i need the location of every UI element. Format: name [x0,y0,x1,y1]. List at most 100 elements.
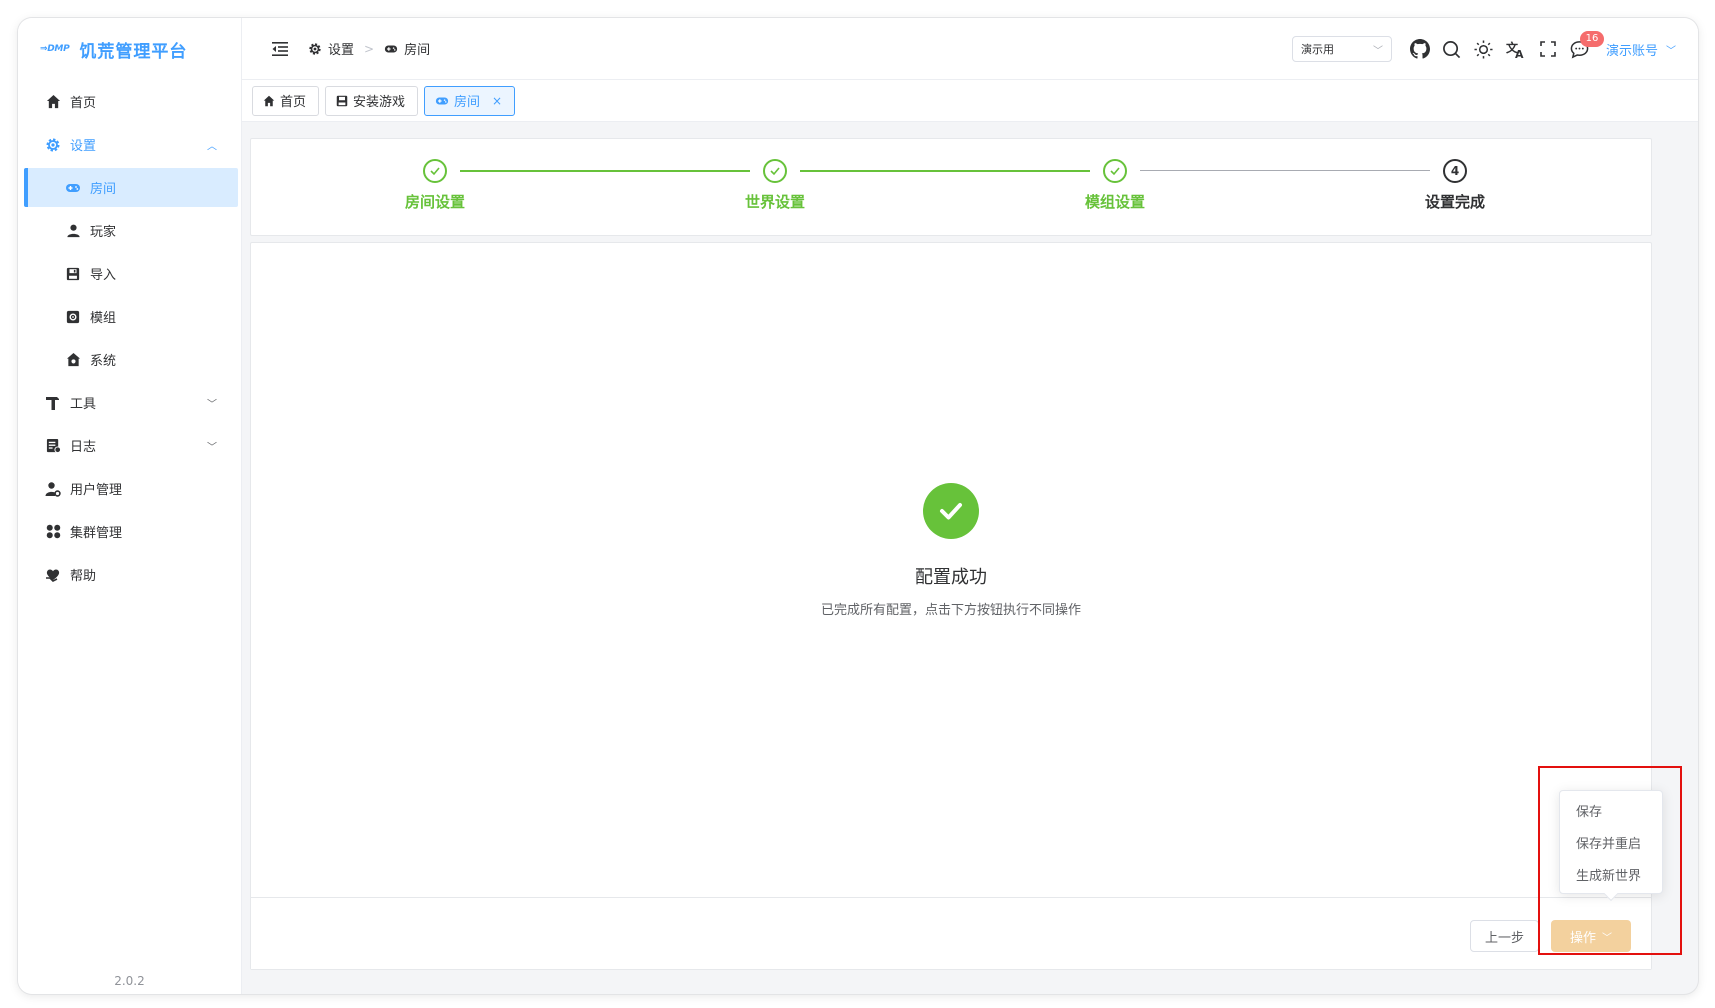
sidebar-item-label: 导入 [90,268,117,283]
sidebar-item-player[interactable]: 玩家 [18,209,241,252]
sidebar-item-user-management[interactable]: 用户管理 [18,467,241,510]
success-check-icon [923,483,979,539]
sidebar-item-label: 用户管理 [70,483,123,498]
sidebar-item-settings[interactable]: 设置 ︿ [18,123,241,166]
sidebar-item-room[interactable]: 房间 [24,168,238,207]
check-icon [423,159,447,183]
breadcrumb-item: 房间 [404,43,431,58]
sidebar-item-label: 模组 [90,311,117,326]
theme-sun-icon[interactable] [1468,33,1500,65]
main-card: 配置成功 已完成所有配置，点击下方按钮执行不同操作 上一步 操作 ﹀ [250,242,1652,970]
action-footer: 上一步 操作 ﹀ [251,897,1651,969]
close-icon[interactable]: × [492,94,502,108]
gamepad-icon [435,94,449,108]
github-icon[interactable] [1404,33,1436,65]
message-badge: 16 [1579,31,1604,47]
translate-icon[interactable]: 文A [1500,33,1532,65]
operations-button[interactable]: 操作 ﹀ [1551,920,1631,952]
sidebar-item-system[interactable]: 系统 [18,338,241,381]
step-mod-settings: 模组设置 [1015,159,1215,212]
sidebar-item-label: 设置 [70,139,97,154]
prev-step-button[interactable]: 上一步 [1469,920,1539,952]
sidebar-item-label: 帮助 [70,569,97,584]
chevron-up-icon: ︿ [207,141,217,152]
header-actions: 演示用 ﹀ 文A 16 演示账号 ﹀ [1291,18,1676,80]
chevron-down-icon: ﹀ [1372,45,1383,57]
account-menu[interactable]: 演示账号 ﹀ [1606,40,1676,59]
result-panel: 配置成功 已完成所有配置，点击下方按钮执行不同操作 [251,483,1651,618]
step-room-settings: 房间设置 [335,159,535,212]
chevron-down-icon: ﹀ [207,399,217,410]
result-subtitle: 已完成所有配置，点击下方按钮执行不同操作 [820,603,1081,618]
app-version: 2.0.2 [114,974,145,988]
sidebar-item-tools[interactable]: 工具 ﹀ [18,381,241,424]
house-icon [64,351,82,369]
breadcrumb: 设置 > 房间 [308,39,430,58]
tabs-bar: 首页 安装游戏 房间 × [242,80,1698,122]
sidebar-item-label: 房间 [90,182,117,197]
tab-home[interactable]: 首页 [252,85,320,116]
tab-label: 首页 [280,95,307,110]
sidebar-item-label: 日志 [70,440,97,455]
gear-icon [308,42,322,56]
cluster-select[interactable]: 演示用 ﹀ [1291,36,1392,62]
grid-icon [44,523,62,541]
app-title: 饥荒管理平台 [79,41,188,62]
operations-button-label: 操作 [1569,930,1596,946]
message-icon[interactable]: 16 [1564,31,1604,65]
breadcrumb-item[interactable]: 设置 [328,39,354,58]
step-label: 房间设置 [404,193,465,211]
check-icon [763,159,787,183]
sidebar-item-help[interactable]: 帮助 [18,553,241,596]
gear-icon [44,136,62,154]
check-icon [1103,159,1127,183]
gamepad-icon [64,179,82,197]
sidebar-item-mod[interactable]: 模组 [18,295,241,338]
search-icon[interactable] [1436,33,1468,65]
sidebar-item-label: 玩家 [90,225,117,240]
cluster-select-value: 演示用 [1300,43,1334,56]
log-icon [44,437,62,455]
sidebar-item-import[interactable]: 导入 [18,252,241,295]
hammer-icon [44,394,62,412]
step-label: 模组设置 [1084,193,1145,211]
top-header: 设置 > 房间 演示用 ﹀ 文A 16 演示账号 ﹀ [242,18,1698,80]
user-icon [64,222,82,240]
sidebar-item-label: 系统 [90,354,117,369]
heart-hand-icon [44,566,62,584]
save-icon [64,265,82,283]
logo-mark: ⇒DMP [40,44,70,54]
sidebar-item-logs[interactable]: 日志 ﹀ [18,424,241,467]
home-icon [44,93,62,111]
logo[interactable]: ⇒DMP 饥荒管理平台 [18,18,241,80]
steps-card: 房间设置 世界设置 模组设置 4 设置完成 [250,138,1652,236]
sidebar-item-label: 首页 [70,96,97,111]
operations-dropdown: 保存 保存并重启 生成新世界 [1559,790,1663,902]
sidebar-item-label: 集群管理 [70,526,123,541]
user-gear-icon [44,480,62,498]
account-name: 演示账号 [1605,43,1658,59]
collapse-sidebar-icon[interactable] [270,39,290,59]
step-world-settings: 世界设置 [675,159,875,212]
home-icon [263,95,275,107]
breadcrumb-separator: > [364,41,375,56]
result-title: 配置成功 [915,567,987,588]
chevron-down-icon: ﹀ [1666,45,1676,57]
tab-label: 安装游戏 [353,95,406,110]
chevron-down-icon: ﹀ [1602,932,1612,944]
gamepad-icon [384,42,398,56]
sidebar-item-label: 工具 [70,397,97,412]
step-number: 4 [1443,159,1467,183]
save-icon [336,95,348,107]
fullscreen-icon[interactable] [1532,33,1564,65]
sidebar: ⇒DMP 饥荒管理平台 首页 设置 ︿ 房间 玩家 导入 模组 系统 工具 ﹀ … [18,18,242,994]
sidebar-item-cluster-management[interactable]: 集群管理 [18,510,241,553]
step-complete: 4 设置完成 [1355,159,1555,212]
dropdown-item-save-restart[interactable]: 保存并重启 [1560,829,1662,861]
svg-text:A: A [1515,48,1524,59]
dropdown-item-save[interactable]: 保存 [1560,797,1662,829]
tab-room[interactable]: 房间 × [424,85,516,116]
mod-icon [64,308,82,326]
tab-install-game[interactable]: 安装游戏 [325,85,419,116]
sidebar-item-home[interactable]: 首页 [18,80,241,123]
